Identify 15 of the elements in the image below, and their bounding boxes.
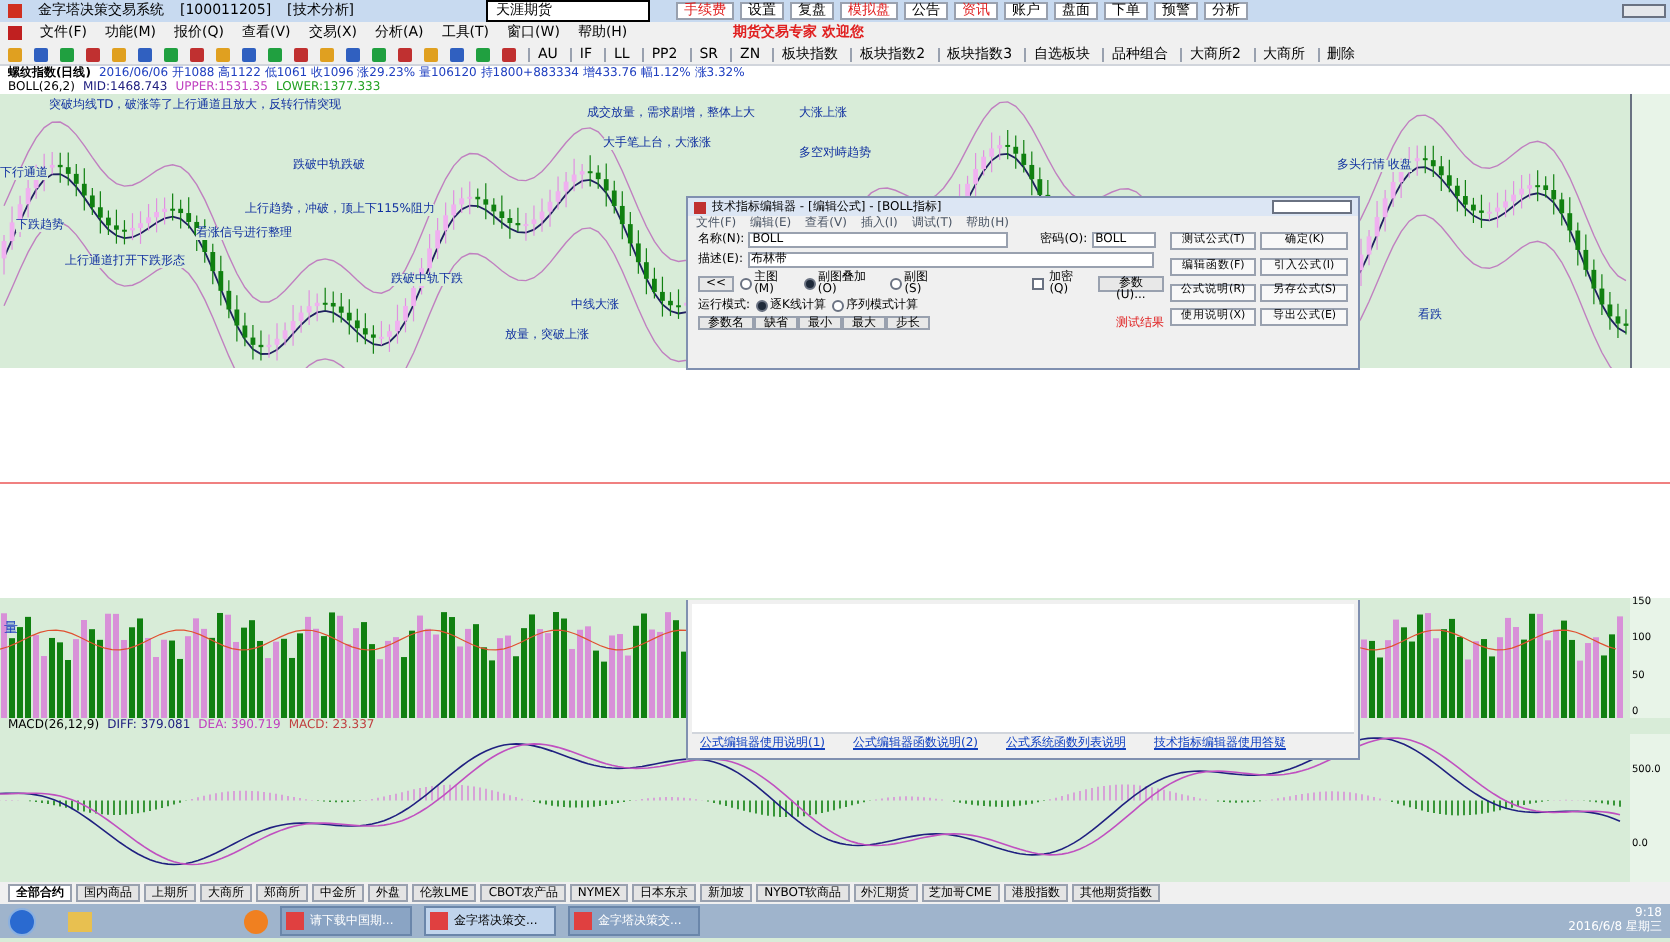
window-icon [286,912,304,930]
radio-button[interactable] [740,278,753,290]
radio-button[interactable] [831,300,844,312]
window-icon [430,912,448,930]
app-logo-icon [8,26,22,40]
checkbox[interactable] [1031,278,1044,290]
radio-button[interactable] [756,300,769,312]
window-icon [574,912,592,930]
window-controls-icon[interactable] [1272,200,1352,214]
app-icon [8,4,22,18]
window-controls-icon[interactable] [1622,4,1666,18]
start-button[interactable] [8,907,36,935]
radio-button[interactable] [803,278,816,290]
radio-button[interactable] [890,278,903,290]
dialog-icon [694,201,706,213]
